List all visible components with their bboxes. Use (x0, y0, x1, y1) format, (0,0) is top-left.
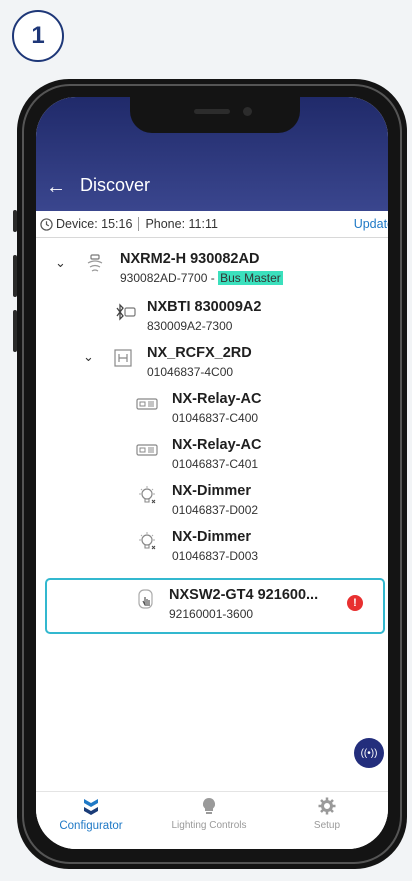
bluetooth-interface-icon (116, 303, 136, 321)
device-name: NX-Dimmer (172, 483, 251, 499)
phone-frame: ← Discover Device: 15:16 Phone: 11:11 Up… (17, 79, 407, 869)
lightbulb-icon (202, 797, 216, 814)
device-id: 01046837-C401 (172, 457, 259, 471)
tree-item-nxbti[interactable]: NXBTI 830009A2 830009A2-7300 (36, 299, 388, 339)
device-id-text: 930082AD-7700 - (120, 271, 215, 285)
phone-notch (130, 97, 300, 133)
device-name: NXBTI 830009A2 (147, 299, 262, 315)
tab-label: Setup (313, 820, 341, 831)
tab-configurator[interactable]: Configurator (36, 796, 146, 832)
device-id: 01046837-D002 (172, 503, 259, 517)
tree-item-nx-rcfx[interactable]: ⌄ NX_RCFX_2RD 01046837-4C00 (36, 345, 388, 385)
clock-icon (40, 217, 53, 231)
alert-icon[interactable]: ! (347, 595, 363, 611)
configurator-icon (84, 799, 98, 815)
device-name: NX-Relay-AC (172, 437, 262, 453)
broadcast-button[interactable]: ((•)) (354, 738, 384, 768)
tree-item-nxsw2[interactable]: NXSW2-GT4 921600... 92160001-3600 (36, 587, 388, 627)
device-time: Device: 15:16 (56, 217, 133, 231)
device-id: 92160001-3600 (169, 607, 254, 621)
dimmer-bulb-icon (139, 532, 156, 550)
step-number-badge: 1 (12, 10, 64, 62)
dimmer-bulb-icon (139, 486, 156, 504)
device-id: 01046837-C400 (172, 411, 259, 425)
radio-module-icon (87, 254, 103, 272)
page-title: Discover (80, 175, 151, 195)
device-name: NX-Relay-AC (172, 391, 262, 407)
tab-setup[interactable]: Setup (272, 796, 382, 831)
wallstation-touch-icon (138, 589, 153, 609)
fixture-controller-icon (114, 349, 132, 367)
device-id: 01046837-4C00 (147, 365, 234, 379)
device-name: NX_RCFX_2RD (147, 345, 252, 361)
bus-master-badge: Bus Master (218, 271, 283, 285)
chevron-down-icon[interactable]: ⌄ (55, 255, 66, 271)
device-name: NX-Dimmer (172, 529, 251, 545)
tree-item-dimmer[interactable]: NX-Dimmer 01046837-D002 (36, 483, 388, 523)
tree-item-relay[interactable]: NX-Relay-AC 01046837-C401 (36, 437, 388, 477)
gear-icon (318, 797, 336, 815)
back-arrow-icon[interactable]: ← (46, 177, 66, 197)
relay-icon (136, 444, 158, 456)
tree-item-dimmer[interactable]: NX-Dimmer 01046837-D003 (36, 529, 388, 569)
tree-item-nxrm2[interactable]: ⌄ NXRM2-H 930082AD 930082AD-7700 - Bus M… (36, 251, 388, 291)
device-name: NXRM2-H 930082AD (120, 251, 260, 267)
tab-lighting-controls[interactable]: Lighting Controls (154, 796, 264, 831)
device-id: 01046837-D003 (172, 549, 259, 563)
speaker-grille (194, 109, 230, 114)
tab-label: Configurator (59, 820, 123, 832)
app-header: ← Discover (36, 97, 388, 211)
phone-screen: ← Discover Device: 15:16 Phone: 11:11 Up… (36, 97, 388, 849)
bottom-tab-bar: Configurator Lighting Controls Setup (36, 791, 388, 849)
phone-time: Phone: 11:11 (145, 217, 218, 231)
tab-label: Lighting Controls (171, 820, 247, 831)
relay-icon (136, 398, 158, 410)
device-name: NXSW2-GT4 921600... (169, 587, 319, 603)
divider (138, 217, 140, 231)
device-id: 830009A2-7300 (147, 319, 233, 333)
tree-item-relay[interactable]: NX-Relay-AC 01046837-C400 (36, 391, 388, 431)
update-time-link[interactable]: Update (354, 217, 388, 231)
time-sync-bar: Device: 15:16 Phone: 11:11 Update (36, 211, 388, 238)
front-camera (243, 107, 252, 116)
chevron-down-icon[interactable]: ⌄ (83, 349, 94, 365)
device-id: 930082AD-7700 - Bus Master (120, 271, 283, 285)
